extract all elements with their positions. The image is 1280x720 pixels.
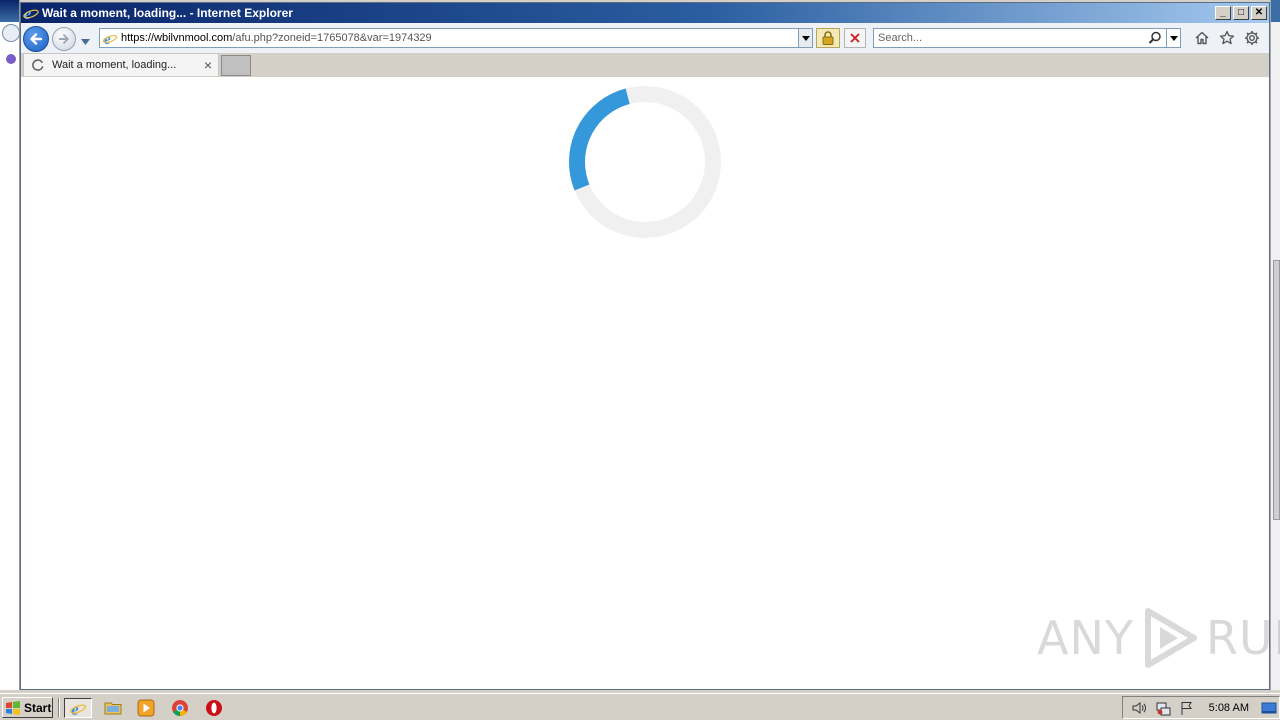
taskbar-chrome[interactable] xyxy=(168,698,192,718)
internet-explorer-icon: e xyxy=(23,5,39,21)
opera-icon xyxy=(206,700,222,716)
taskbar-opera[interactable] xyxy=(202,698,226,718)
background-scrollbar xyxy=(1273,260,1280,520)
chevron-down-icon xyxy=(1169,35,1178,41)
chevron-down-icon xyxy=(801,35,810,41)
taskbar-internet-explorer[interactable]: e xyxy=(64,698,92,718)
minimize-button[interactable]: _ xyxy=(1215,6,1231,20)
tab-close-button[interactable]: × xyxy=(204,58,212,72)
tab-bar: Wait a moment, loading... × xyxy=(21,53,1269,77)
forward-arrow-icon xyxy=(58,34,69,44)
loading-spinner-icon xyxy=(32,59,44,71)
network-icon[interactable] xyxy=(1155,700,1171,716)
stop-button[interactable] xyxy=(844,28,866,48)
security-lock-button[interactable] xyxy=(816,28,840,48)
background-window-titlebar xyxy=(0,0,19,22)
volume-icon[interactable] xyxy=(1131,700,1147,716)
star-icon[interactable] xyxy=(1218,29,1235,47)
back-button[interactable] xyxy=(23,26,49,52)
watermark-right-text: RUN xyxy=(1205,611,1280,665)
media-player-icon xyxy=(137,699,155,717)
loading-spinner xyxy=(569,86,721,238)
internet-explorer-icon: e xyxy=(69,700,87,717)
search-input[interactable] xyxy=(878,32,1138,44)
taskbar-media-player[interactable] xyxy=(134,698,158,718)
url-text[interactable]: https://wbilvnmool.com/afu.php?zoneid=17… xyxy=(121,32,432,44)
lock-icon xyxy=(822,31,834,45)
search-icon[interactable] xyxy=(1148,31,1162,48)
background-tab-icon xyxy=(6,54,16,64)
search-dropdown[interactable] xyxy=(1166,29,1180,47)
chrome-icon xyxy=(172,700,188,716)
system-tray: 5:08 AM xyxy=(1122,696,1280,719)
page-content: ANY RUN xyxy=(21,77,1280,689)
url-path: /afu.php?zoneid=1765078&var=1974329 xyxy=(232,32,432,44)
maximize-button[interactable]: □ xyxy=(1233,6,1249,20)
folder-icon xyxy=(104,702,122,715)
chevron-down-icon xyxy=(81,39,90,45)
new-tab-button[interactable] xyxy=(221,55,251,76)
history-dropdown[interactable] xyxy=(81,34,90,48)
close-button[interactable]: ✕ xyxy=(1251,6,1267,20)
internet-explorer-window: e Wait a moment, loading... - Internet E… xyxy=(20,2,1280,690)
home-icon[interactable] xyxy=(1193,29,1210,47)
window-title: Wait a moment, loading... - Internet Exp… xyxy=(42,6,293,20)
action-center-flag-icon[interactable] xyxy=(1179,700,1195,716)
window-controls: _ □ ✕ xyxy=(1215,6,1269,20)
background-back-button xyxy=(2,24,20,42)
command-icons xyxy=(1193,29,1260,47)
background-window-right-titlebar xyxy=(1271,0,1280,22)
forward-button[interactable] xyxy=(52,27,76,51)
taskbar-explorer[interactable] xyxy=(101,698,125,718)
gear-icon[interactable] xyxy=(1243,29,1260,47)
taskbar: Start e 5:08 AM xyxy=(0,693,1280,720)
url-domain: https://wbilvnmool.com xyxy=(121,32,233,44)
background-window-right xyxy=(1270,0,1280,690)
window-titlebar[interactable]: e Wait a moment, loading... - Internet E… xyxy=(21,3,1269,23)
play-logo-icon xyxy=(1144,608,1197,668)
show-desktop-icon[interactable] xyxy=(1261,700,1277,716)
clock[interactable]: 5:08 AM xyxy=(1209,702,1249,714)
back-arrow-icon xyxy=(30,33,43,45)
stop-x-icon xyxy=(850,33,860,43)
address-dropdown[interactable] xyxy=(798,29,812,47)
navigation-bar: e https://wbilvnmool.com/afu.php?zoneid=… xyxy=(21,23,1269,53)
address-bar[interactable]: e https://wbilvnmool.com/afu.php?zoneid=… xyxy=(99,28,813,48)
search-box[interactable] xyxy=(873,28,1181,48)
tab-label: Wait a moment, loading... xyxy=(52,59,177,71)
windows-flag-icon xyxy=(6,700,20,715)
taskbar-separator xyxy=(58,698,60,717)
start-button[interactable]: Start xyxy=(2,697,53,718)
tab-active[interactable]: Wait a moment, loading... × xyxy=(23,53,219,76)
background-window-left xyxy=(0,0,20,690)
anyrun-watermark: ANY RUN xyxy=(1037,607,1280,669)
ie-page-icon: e xyxy=(102,32,118,46)
start-label: Start xyxy=(24,700,52,715)
watermark-left-text: ANY xyxy=(1037,611,1134,665)
